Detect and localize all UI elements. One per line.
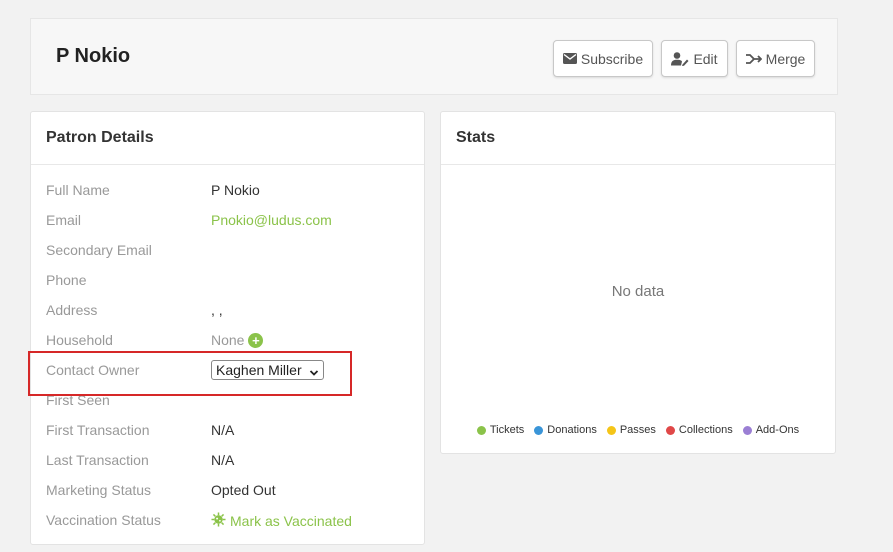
email-link[interactable]: Pnokio@ludus.com xyxy=(211,212,332,228)
first-transaction-label: First Transaction xyxy=(46,422,150,438)
virus-icon xyxy=(211,512,226,530)
vaccination-status-label: Vaccination Status xyxy=(46,512,161,528)
household-label: Household xyxy=(46,332,113,348)
divider xyxy=(31,164,424,165)
address-label: Address xyxy=(46,302,98,318)
household-value: None xyxy=(211,332,245,348)
household-row: Household None + xyxy=(46,329,409,351)
page-title: P Nokio xyxy=(56,45,131,67)
legend-dot xyxy=(534,425,544,435)
contact-owner-selected: Kaghen Miller xyxy=(216,362,302,378)
first-transaction-value: N/A xyxy=(211,422,235,438)
first-transaction-row: First Transaction N/A xyxy=(46,419,409,441)
envelope-icon xyxy=(562,53,577,64)
legend-label: Tickets xyxy=(489,424,525,436)
subscribe-label: Subscribe xyxy=(580,50,644,67)
divider xyxy=(441,164,835,165)
legend-label: Add-Ons xyxy=(755,424,800,436)
household-value-wrap: None + xyxy=(211,332,264,348)
last-transaction-label: Last Transaction xyxy=(46,452,149,468)
merge-button[interactable]: Merge xyxy=(736,40,815,77)
secondary-email-label: Secondary Email xyxy=(46,242,152,258)
stats-legend: Tickets Donations Passes Collections Add… xyxy=(441,424,835,436)
edit-label: Edit xyxy=(693,50,718,67)
contact-owner-select[interactable]: Kaghen Miller xyxy=(211,360,324,380)
last-transaction-value: N/A xyxy=(211,452,235,468)
mark-vaccinated-link[interactable]: Mark as Vaccinated xyxy=(211,512,352,530)
mark-vaccinated-label: Mark as Vaccinated xyxy=(230,513,352,529)
legend-label: Collections xyxy=(678,424,733,436)
address-row: Address , , xyxy=(46,299,409,321)
marketing-status-row: Marketing Status Opted Out xyxy=(46,479,409,501)
no-data-text: No data xyxy=(611,283,665,300)
first-seen-label: First Seen xyxy=(46,392,110,408)
merge-label: Merge xyxy=(765,50,806,67)
phone-label: Phone xyxy=(46,272,87,288)
legend-item-tickets[interactable]: Tickets xyxy=(476,424,525,436)
patron-details-card: Patron Details Full Name P Nokio Email P… xyxy=(30,111,425,545)
legend-item-donations[interactable]: Donations xyxy=(534,424,597,436)
legend-item-collections[interactable]: Collections xyxy=(665,424,733,436)
marketing-status-value: Opted Out xyxy=(211,482,276,498)
user-edit-icon xyxy=(671,51,689,66)
full-name-row: Full Name P Nokio xyxy=(46,179,409,201)
phone-row: Phone xyxy=(46,269,409,291)
secondary-email-row: Secondary Email xyxy=(46,239,409,261)
legend-dot xyxy=(606,425,616,435)
legend-dot xyxy=(742,425,752,435)
marketing-status-label: Marketing Status xyxy=(46,482,152,498)
stats-card: Stats No data Tickets Donations Passes C… xyxy=(440,111,836,454)
legend-label: Passes xyxy=(619,424,656,436)
merge-arrow-icon xyxy=(745,53,762,65)
subscribe-button[interactable]: Subscribe xyxy=(553,40,653,77)
legend-dot xyxy=(665,425,675,435)
email-label: Email xyxy=(46,212,82,228)
contact-owner-label: Contact Owner xyxy=(46,362,140,378)
stats-title: Stats xyxy=(456,129,496,146)
edit-button[interactable]: Edit xyxy=(661,40,728,77)
address-value: , , xyxy=(211,302,223,318)
patron-details-title: Patron Details xyxy=(46,129,154,146)
plus-circle-icon[interactable]: + xyxy=(248,332,264,348)
full-name-label: Full Name xyxy=(46,182,110,198)
email-row: Email Pnokio@ludus.com xyxy=(46,209,409,231)
vaccination-status-row: Vaccination Status Mark as Vaccinated xyxy=(46,509,409,531)
legend-item-add-ons[interactable]: Add-Ons xyxy=(742,424,800,436)
chevron-down-icon xyxy=(309,365,319,381)
first-seen-row: First Seen xyxy=(46,389,409,411)
contact-owner-row: Contact Owner Kaghen Miller xyxy=(46,359,409,381)
last-transaction-row: Last Transaction N/A xyxy=(46,449,409,471)
full-name-value: P Nokio xyxy=(211,182,260,198)
legend-dot xyxy=(476,425,486,435)
legend-label: Donations xyxy=(547,424,597,436)
legend-item-passes[interactable]: Passes xyxy=(606,424,656,436)
patron-header: P Nokio Subscribe Edit Merge xyxy=(30,18,838,95)
